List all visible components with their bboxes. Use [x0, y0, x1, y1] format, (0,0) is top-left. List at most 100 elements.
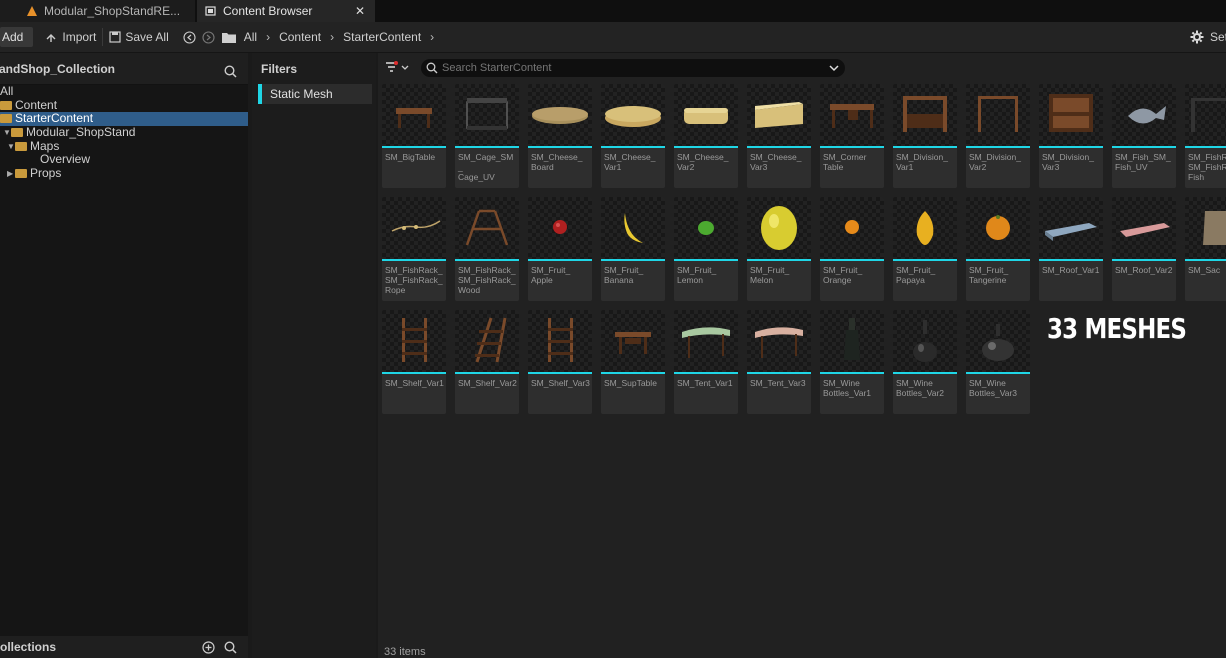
asset-tile[interactable]: SM_Cheese_ Var2	[674, 84, 738, 188]
asset-tile[interactable]: SM_FishRack_ SM_FishRack_ Wood	[455, 197, 519, 301]
breadcrumb-item-startercontent[interactable]: StarterContent	[343, 30, 421, 44]
close-icon[interactable]: ✕	[355, 4, 365, 18]
asset-tile[interactable]: SM_Wine Bottles_Var2	[893, 310, 957, 414]
asset-tile[interactable]: SM_Division_ Var1	[893, 84, 957, 188]
tree-item[interactable]: StarterContent	[0, 112, 248, 126]
settings-button[interactable]: Set	[1190, 22, 1226, 52]
filter-chip-indicator	[258, 84, 262, 104]
asset-tile[interactable]: SM_Cheese_ Var1	[601, 84, 665, 188]
asset-label: SM_Fruit_ Lemon	[677, 265, 717, 285]
asset-tile[interactable]: SM_Fruit_ Apple	[528, 197, 592, 301]
asset-label: SM_Cage_SM_ Cage_UV	[458, 152, 514, 182]
tab-bar: Modular_ShopStandRE... Content Browser ✕	[0, 0, 1226, 22]
breadcrumb-item-content[interactable]: Content	[279, 30, 321, 44]
asset-tile[interactable]: SM_Fruit_ Papaya	[893, 197, 957, 301]
asset-label: SM_SupTable	[604, 378, 657, 388]
asset-label: SM_FishRack_ SM_FishRack_ Wood	[458, 265, 516, 295]
asset-thumbnail	[1039, 84, 1103, 146]
asset-tile[interactable]: SM_Shelf_Var2	[455, 310, 519, 414]
asset-tile[interactable]: SM_Wine Bottles_Var3	[966, 310, 1030, 414]
asset-tile[interactable]: SM_Corner Table	[820, 84, 884, 188]
asset-tile[interactable]: SM_Cheese_ Board	[528, 84, 592, 188]
asset-thumbnail	[382, 84, 446, 146]
browse-folder-button[interactable]	[221, 22, 236, 52]
asset-tile[interactable]: SM_Roof_Var1	[1039, 197, 1103, 301]
sources-panel: andShop_Collection All Content StarterCont…	[0, 53, 248, 658]
asset-thumbnail	[601, 197, 665, 259]
search-icon[interactable]	[224, 65, 237, 78]
asset-tile[interactable]: SM_Shelf_Var3	[528, 310, 592, 414]
tab-level[interactable]: Modular_ShopStandRE...	[0, 0, 195, 22]
asset-label: SM_Cheese_ Var3	[750, 152, 802, 172]
forward-arrow-icon	[202, 30, 215, 44]
asset-label: SM_Division_ Var2	[969, 152, 1021, 172]
chevron-right-icon[interactable]: ›	[330, 30, 334, 44]
asset-thumbnail	[893, 197, 957, 259]
asset-label: SM_Shelf_Var2	[458, 378, 517, 388]
history-back-button[interactable]	[183, 22, 196, 52]
tree-item[interactable]: Content	[0, 98, 248, 113]
tab-content-browser[interactable]: Content Browser ✕	[197, 0, 375, 22]
asset-thumbnail	[966, 197, 1030, 259]
asset-label: SM_Tent_Var3	[750, 378, 806, 388]
search-input[interactable]	[438, 61, 829, 75]
asset-tile[interactable]: SM_SupTable	[601, 310, 665, 414]
asset-tile[interactable]: SM_BigTable	[382, 84, 446, 188]
asset-label: SM_Cheese_ Var1	[604, 152, 656, 172]
tree-item[interactable]: Overview	[0, 153, 248, 167]
asset-tile[interactable]: SM_Division_ Var2	[966, 84, 1030, 188]
asset-tile[interactable]: SM_Tent_Var3	[747, 310, 811, 414]
gear-icon	[1190, 30, 1204, 44]
tab-level-label: Modular_ShopStandRE...	[44, 4, 181, 18]
asset-tile[interactable]: SM_Shelf_Var1	[382, 310, 446, 414]
asset-label: SM_Roof_Var1	[1042, 265, 1100, 275]
asset-tile[interactable]: SM_Fruit_ Orange	[820, 197, 884, 301]
tree-item[interactable]: All	[0, 85, 248, 99]
asset-tile[interactable]: SM_Sac	[1185, 197, 1226, 301]
history-forward-button[interactable]	[202, 22, 215, 52]
asset-thumbnail	[747, 197, 811, 259]
asset-thumbnail	[820, 310, 884, 372]
chevron-down-icon[interactable]: ▼	[3, 126, 11, 139]
asset-tile[interactable]: SM_Cage_SM_ Cage_UV	[455, 84, 519, 188]
asset-tile[interactable]: SM_Fruit_ Tangerine	[966, 197, 1030, 301]
asset-tile[interactable]: SM_FishR SM_FishR Fish	[1185, 84, 1226, 188]
chevron-down-icon[interactable]: ▼	[7, 140, 15, 153]
asset-thumbnail	[528, 310, 592, 372]
asset-label: SM_Tent_Var1	[677, 378, 733, 388]
search-icon	[426, 62, 438, 74]
add-button[interactable]: Add	[0, 27, 34, 47]
asset-tile[interactable]: SM_Fruit_ Banana	[601, 197, 665, 301]
save-all-button[interactable]: Save All	[109, 22, 169, 52]
filter-chip-static-mesh[interactable]: Static Mesh	[258, 84, 372, 104]
asset-tile[interactable]: SM_Fish_SM_ Fish_UV	[1112, 84, 1176, 188]
asset-tile[interactable]: SM_Roof_Var2	[1112, 197, 1176, 301]
asset-tile[interactable]: SM_FishRack_ SM_FishRack_ Rope	[382, 197, 446, 301]
search-box[interactable]	[421, 59, 845, 77]
asset-thumbnail	[1039, 197, 1103, 259]
chevron-down-icon[interactable]	[829, 64, 839, 72]
asset-tile[interactable]: SM_Fruit_ Melon	[747, 197, 811, 301]
add-collection-icon[interactable]	[202, 641, 215, 654]
item-count: 33 items	[384, 646, 426, 658]
tree-item[interactable]: ▼ Modular_ShopStand	[0, 126, 248, 140]
filter-funnel-icon[interactable]	[385, 61, 409, 75]
asset-tile[interactable]: SM_Cheese_ Var3	[747, 84, 811, 188]
folder-tree: All Content StarterContent ▼ Modular_ShopSta…	[0, 85, 248, 180]
asset-tile[interactable]: SM_Division_ Var3	[1039, 84, 1103, 188]
asset-tile[interactable]: SM_Tent_Var1	[674, 310, 738, 414]
tree-item[interactable]: ▶ Props	[0, 166, 248, 181]
asset-tile[interactable]: SM_Wine Bottles_Var1	[820, 310, 884, 414]
chevron-right-icon[interactable]: ›	[266, 30, 270, 44]
breadcrumb-item-all[interactable]: All	[244, 30, 257, 44]
chevron-right-icon[interactable]: ›	[430, 30, 434, 44]
tree-item[interactable]: ▼ Maps	[0, 139, 248, 153]
asset-thumbnail	[528, 84, 592, 146]
asset-tile[interactable]: SM_Fruit_ Lemon	[674, 197, 738, 301]
asset-label: SM_Wine Bottles_Var1	[823, 378, 872, 398]
chevron-right-icon[interactable]: ▶	[7, 167, 15, 180]
breadcrumb: All › Content › StarterContent ›	[244, 22, 443, 52]
import-button[interactable]: Import	[45, 22, 96, 52]
search-icon[interactable]	[224, 641, 237, 654]
asset-label: SM_FishR SM_FishR Fish	[1188, 152, 1226, 182]
